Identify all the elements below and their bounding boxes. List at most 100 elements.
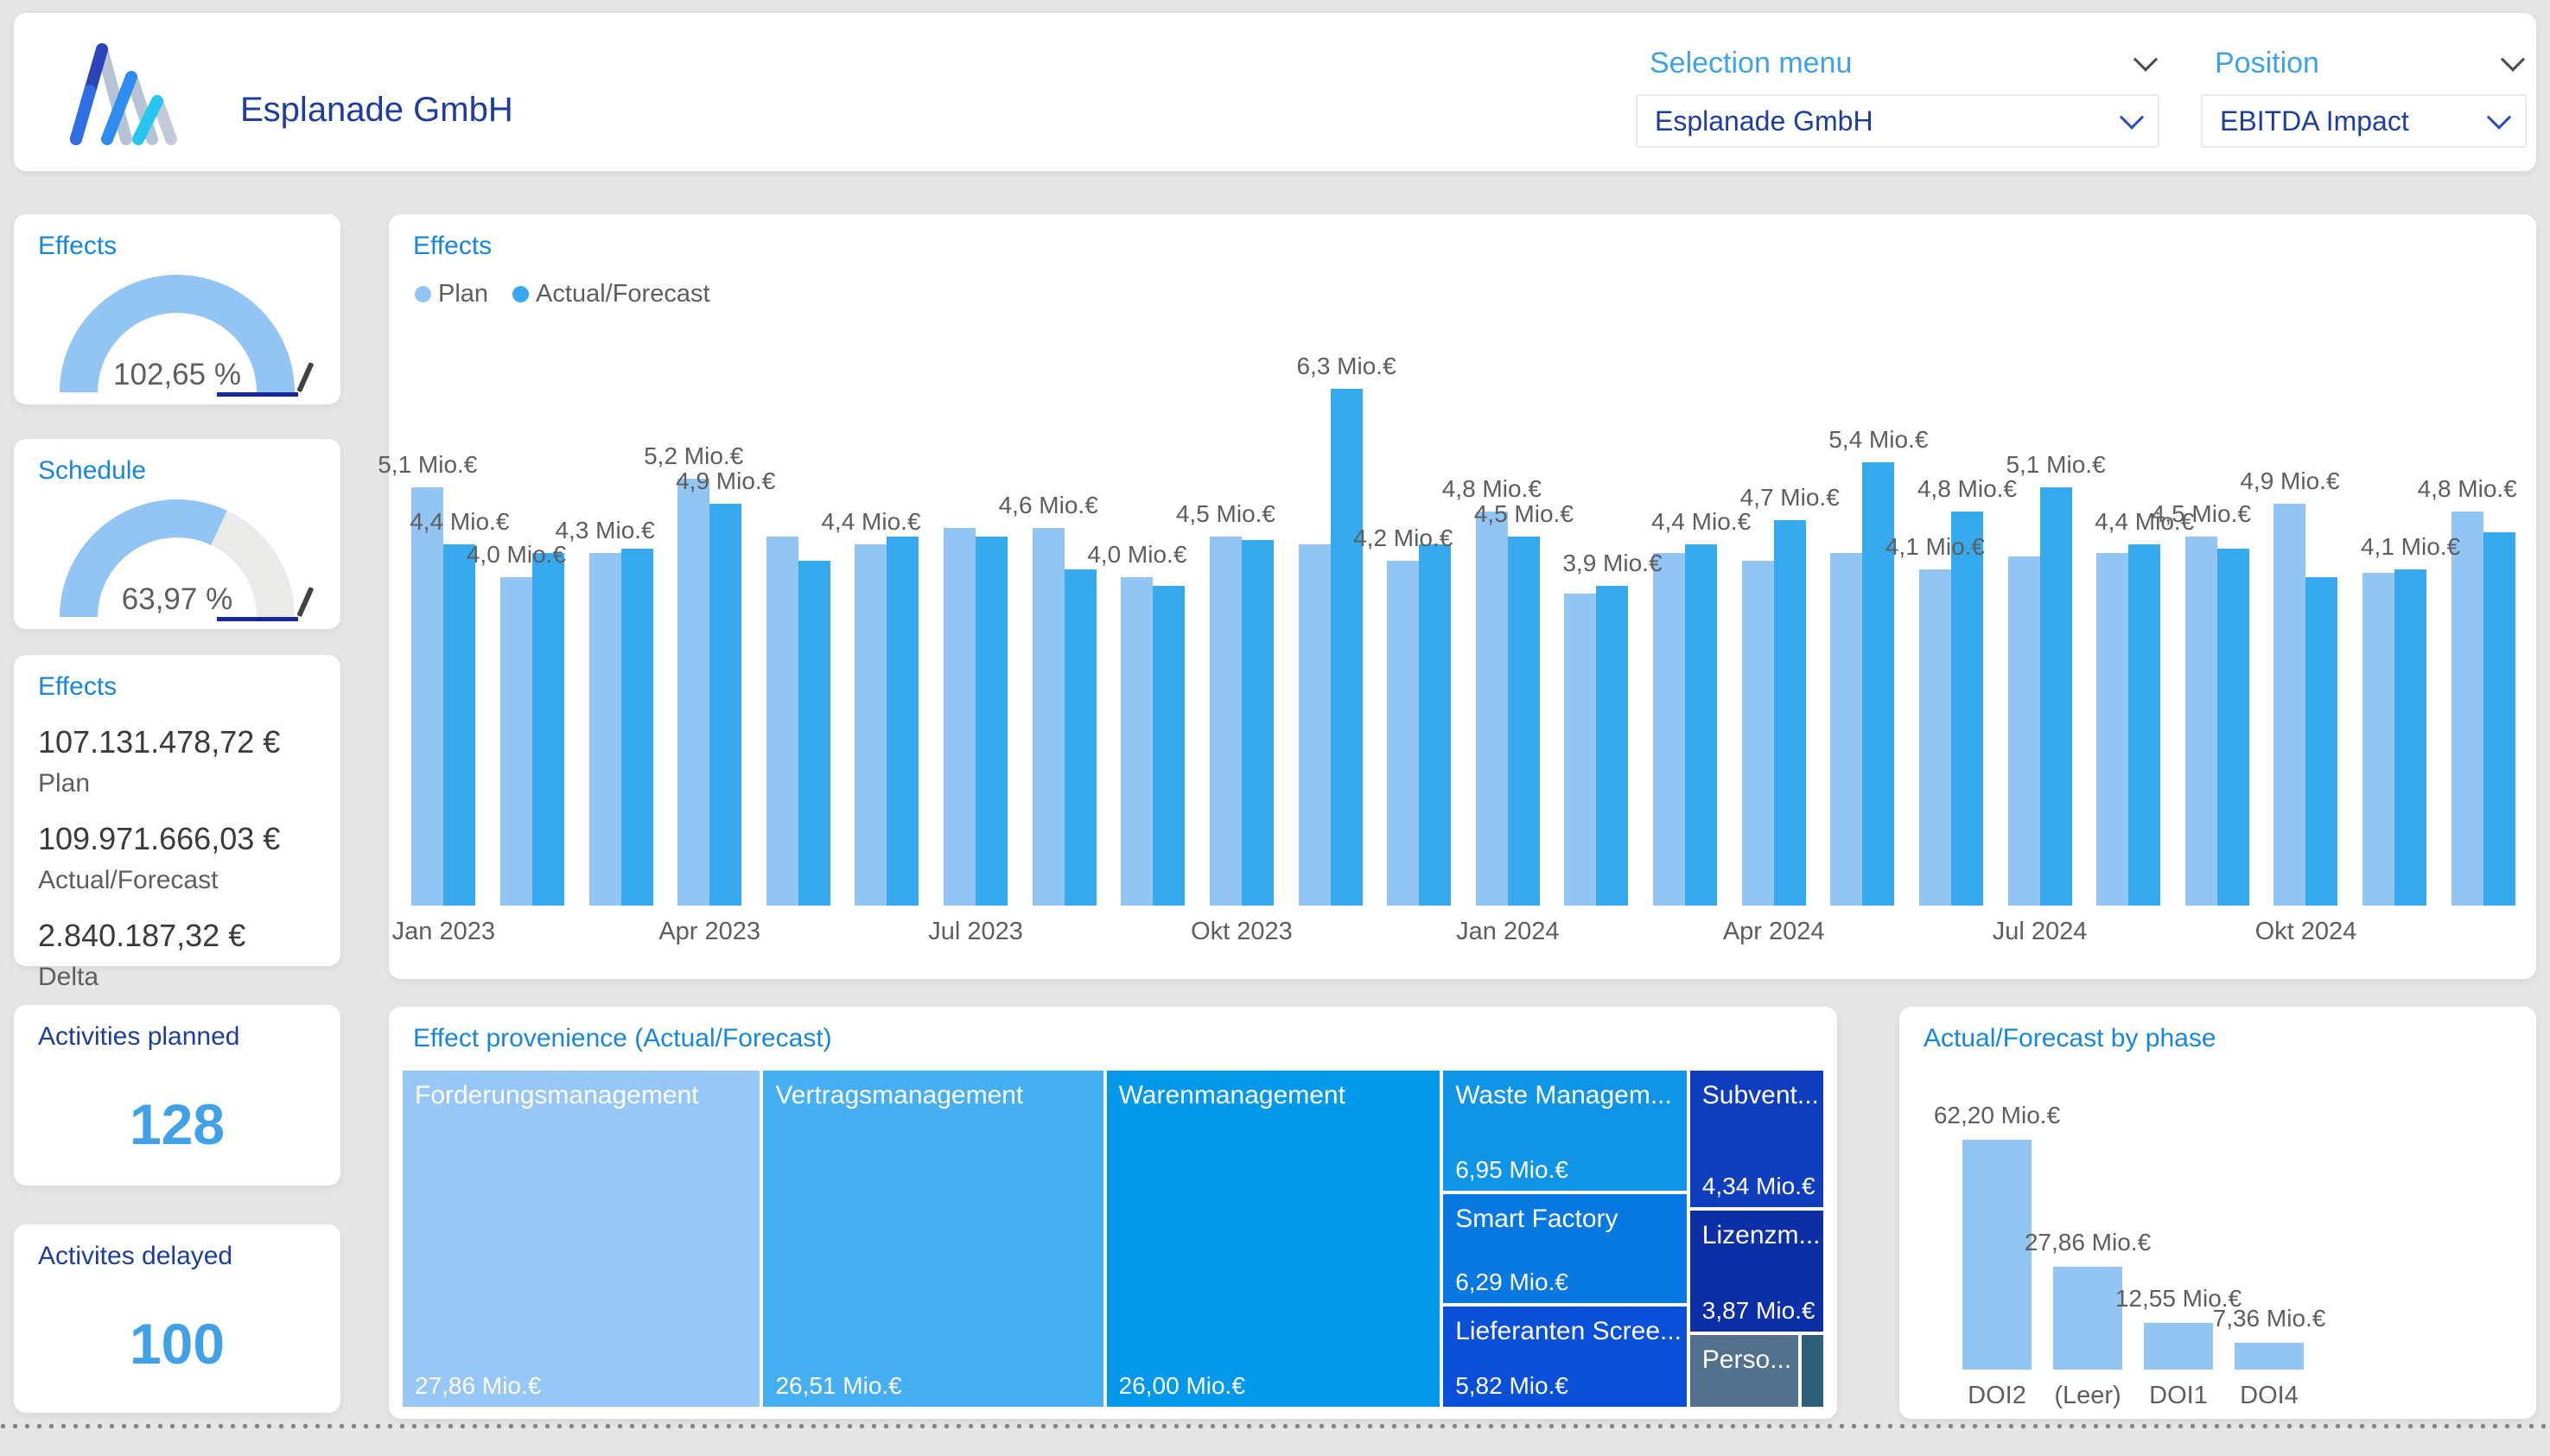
plan-bar[interactable] bbox=[1830, 553, 1862, 906]
actual-bar[interactable] bbox=[2483, 532, 2515, 906]
x-axis-label: Jan 2024 bbox=[1456, 918, 1559, 946]
plan-bar[interactable] bbox=[2185, 537, 2217, 906]
phase-bar[interactable] bbox=[2144, 1323, 2213, 1370]
plan-bar[interactable] bbox=[2273, 504, 2305, 906]
plan-bar[interactable] bbox=[2096, 553, 2128, 906]
chevron-down-icon bbox=[2487, 105, 2511, 130]
plan-bar[interactable] bbox=[1299, 544, 1331, 906]
x-axis-label: Jul 2023 bbox=[928, 918, 1023, 946]
actual-bar[interactable] bbox=[1862, 462, 1894, 906]
bar-value-label: 4,8 Mio.€ bbox=[1917, 475, 2017, 503]
plan-bar[interactable] bbox=[500, 577, 532, 906]
plan-bar[interactable] bbox=[2451, 512, 2483, 906]
legend-item-actual[interactable]: Actual/Forecast bbox=[512, 280, 709, 308]
selection-menu-dropdown[interactable]: Esplanade GmbH bbox=[1636, 94, 2159, 148]
plan-bar[interactable] bbox=[1121, 577, 1153, 906]
actual-bar[interactable] bbox=[2128, 544, 2160, 906]
plan-bar[interactable] bbox=[589, 553, 621, 906]
plan-bar[interactable] bbox=[1387, 561, 1419, 906]
bar-value-label: 5,2 Mio.€ bbox=[644, 442, 743, 470]
actual-bar[interactable] bbox=[2394, 569, 2426, 906]
treemap-tile[interactable]: Lieferanten Scree...5,82 Mio.€ bbox=[1441, 1305, 1688, 1408]
phase-bar[interactable] bbox=[2053, 1267, 2122, 1370]
plan-bar[interactable] bbox=[855, 544, 887, 906]
treemap-tile[interactable]: Warenmanagement26,00 Mio.€ bbox=[1105, 1069, 1442, 1408]
gauge-needle-icon bbox=[296, 362, 314, 392]
actual-bar[interactable] bbox=[1153, 586, 1185, 906]
actual-bar[interactable] bbox=[709, 504, 741, 906]
plan-bar[interactable] bbox=[1210, 537, 1242, 906]
kpi-plan-value: 107.131.478,72 € bbox=[38, 724, 316, 760]
actual-bar[interactable] bbox=[1242, 540, 1274, 906]
bar-value-label: 4,0 Mio.€ bbox=[467, 541, 566, 569]
plan-bar[interactable] bbox=[1742, 561, 1774, 906]
plan-bar[interactable] bbox=[677, 479, 709, 906]
effects-kpi-card: Effects 107.131.478,72 € Plan 109.971.66… bbox=[14, 655, 340, 966]
activities-planned-value: 128 bbox=[14, 1091, 340, 1157]
actual-bar[interactable] bbox=[1951, 512, 1983, 906]
actual-bar[interactable] bbox=[2217, 549, 2249, 906]
actual-bar[interactable] bbox=[2040, 487, 2072, 906]
x-axis-label: Okt 2023 bbox=[1191, 918, 1293, 946]
actual-bar[interactable] bbox=[1065, 569, 1097, 906]
plan-bar[interactable] bbox=[1476, 512, 1508, 906]
slicer-position: Position EBITDA Impact bbox=[2201, 44, 2527, 148]
plan-bar[interactable] bbox=[2362, 573, 2394, 906]
bar-value-label: 5,1 Mio.€ bbox=[2006, 451, 2105, 479]
actual-bar[interactable] bbox=[1331, 389, 1363, 906]
treemap-tile[interactable]: Lizenzm...3,87 Mio.€ bbox=[1688, 1209, 1825, 1333]
page-boundary-dotted-line bbox=[0, 1423, 2550, 1429]
actual-bar[interactable] bbox=[2305, 577, 2337, 906]
treemap-tile[interactable]: Subvent...4,34 Mio.€ bbox=[1688, 1069, 1825, 1209]
phase-bar[interactable] bbox=[1962, 1140, 2032, 1370]
esplanade-logo-icon bbox=[64, 37, 194, 149]
gauge-target-line bbox=[217, 392, 298, 397]
plan-bar[interactable] bbox=[766, 537, 798, 906]
actual-bar[interactable] bbox=[1508, 537, 1540, 906]
phase-value-label: 62,20 Mio.€ bbox=[1934, 1102, 2060, 1129]
position-dropdown[interactable]: EBITDA Impact bbox=[2201, 94, 2527, 148]
tile-name: Perso... bbox=[1690, 1335, 1798, 1375]
slicer-position-header[interactable]: Position bbox=[2201, 44, 2527, 82]
phase-bar[interactable] bbox=[2235, 1343, 2304, 1370]
plan-bar[interactable] bbox=[411, 487, 443, 906]
tile-name: Vertragsmanagement bbox=[763, 1071, 1103, 1110]
plan-bar[interactable] bbox=[944, 528, 976, 906]
treemap-tile[interactable]: Smart Factory6,29 Mio.€ bbox=[1441, 1192, 1688, 1305]
plan-bar[interactable] bbox=[1564, 594, 1596, 906]
actual-bar[interactable] bbox=[798, 561, 830, 906]
header-card: Esplanade GmbH Selection menu Esplanade … bbox=[14, 13, 2536, 171]
treemap-card: Effect provenience (Actual/Forecast) For… bbox=[389, 1007, 1837, 1419]
plan-bar[interactable] bbox=[1033, 528, 1065, 906]
actual-bar[interactable] bbox=[1774, 520, 1806, 906]
schedule-gauge[interactable]: 63,97 % bbox=[60, 499, 295, 617]
effects-gauge[interactable]: 102,65 % bbox=[60, 275, 295, 392]
tile-value: 4,34 Mio.€ bbox=[1702, 1173, 1816, 1200]
actual-bar[interactable] bbox=[532, 553, 564, 906]
treemap-tile[interactable]: Vertragsmanagement26,51 Mio.€ bbox=[761, 1069, 1104, 1408]
treemap-tile[interactable]: Perso... bbox=[1688, 1333, 1800, 1408]
legend-item-plan[interactable]: Plan bbox=[415, 280, 488, 308]
actual-bar[interactable] bbox=[1596, 586, 1628, 906]
plan-bar[interactable] bbox=[2008, 556, 2040, 906]
treemap-tile[interactable]: Waste Managem...6,95 Mio.€ bbox=[1441, 1069, 1688, 1192]
bar-value-label: 4,0 Mio.€ bbox=[1087, 541, 1186, 569]
actual-bar[interactable] bbox=[1685, 544, 1717, 906]
bar-value-label: 5,4 Mio.€ bbox=[1828, 426, 1928, 454]
bar-value-label: 4,8 Mio.€ bbox=[1442, 475, 1542, 503]
treemap-tile[interactable] bbox=[1800, 1333, 1825, 1408]
actual-bar[interactable] bbox=[621, 549, 653, 906]
phase-category-label: (Leer) bbox=[2054, 1382, 2121, 1410]
bar-value-label: 4,5 Mio.€ bbox=[2152, 500, 2251, 528]
plan-bar[interactable] bbox=[1653, 553, 1685, 906]
actual-bar[interactable] bbox=[443, 544, 475, 906]
slicer-selection-menu-header[interactable]: Selection menu bbox=[1636, 44, 2159, 82]
actual-bar[interactable] bbox=[1419, 544, 1451, 906]
treemap-tile[interactable]: Forderungsmanagement27,86 Mio.€ bbox=[401, 1069, 761, 1408]
phase-value-label: 27,86 Mio.€ bbox=[2025, 1229, 2151, 1256]
bar-value-label: 4,3 Mio.€ bbox=[555, 517, 654, 544]
legend-label: Actual/Forecast bbox=[536, 280, 709, 308]
actual-bar[interactable] bbox=[976, 537, 1008, 906]
plan-bar[interactable] bbox=[1919, 569, 1951, 906]
actual-bar[interactable] bbox=[887, 537, 919, 906]
